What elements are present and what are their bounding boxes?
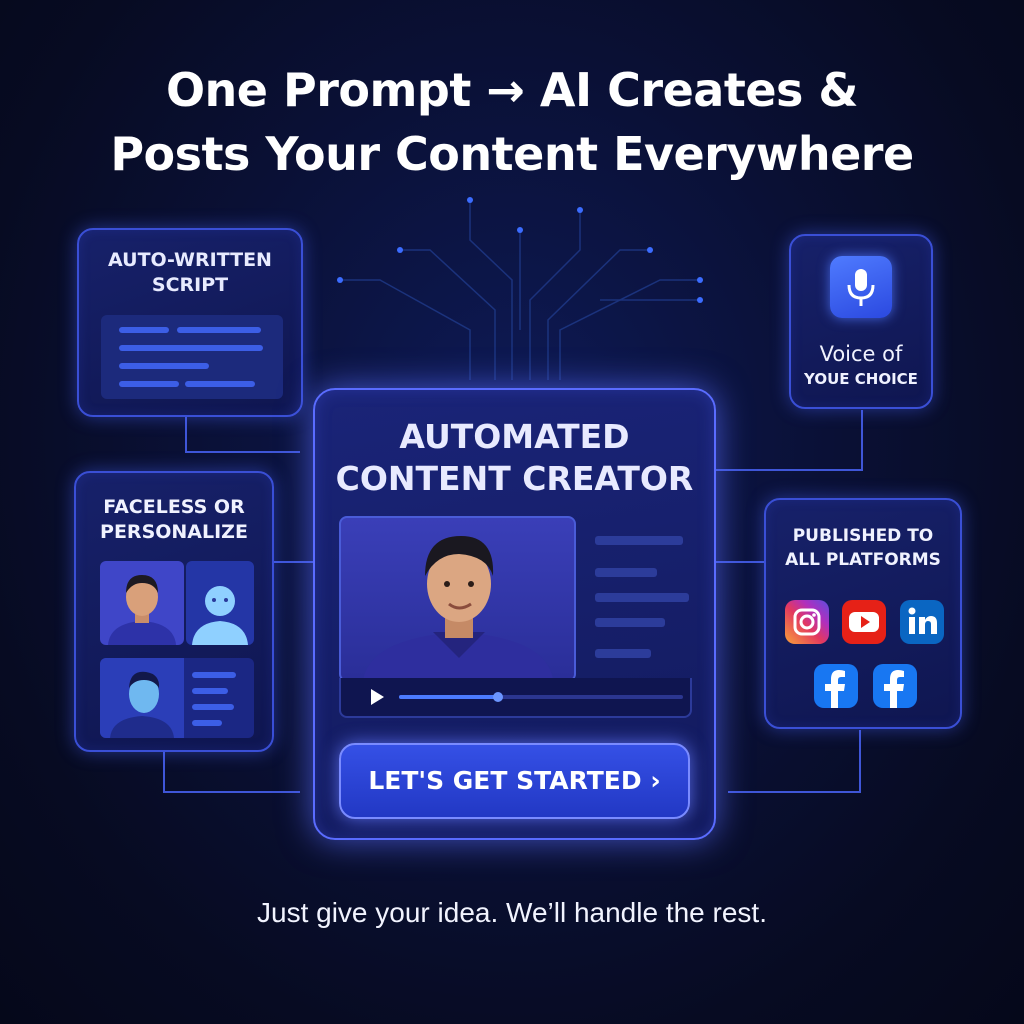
- play-icon[interactable]: [367, 687, 387, 707]
- facebook-icon[interactable]: [873, 664, 917, 708]
- faceless-card-title: FACELESS OR PERSONALIZE: [100, 496, 248, 543]
- ai-avatar-icon: [100, 658, 184, 738]
- script-card: AUTO-WRITTEN SCRIPT: [77, 228, 303, 417]
- faceless-card: FACELESS OR PERSONALIZE: [74, 471, 274, 752]
- video-preview[interactable]: [339, 516, 576, 682]
- get-started-button[interactable]: LET'S GET STARTED ›: [339, 743, 690, 819]
- video-controls: [339, 678, 692, 718]
- video-progress-knob[interactable]: [493, 692, 504, 702]
- ai-avatar-line: [192, 672, 236, 678]
- facebook-icon[interactable]: [814, 664, 858, 708]
- microphone-icon: [830, 256, 892, 318]
- avatar-option-ai[interactable]: [100, 658, 254, 738]
- ai-avatar-line: [192, 704, 234, 710]
- ai-avatar-line: [192, 720, 222, 726]
- video-progress-fill: [399, 695, 499, 699]
- script-line: [119, 363, 209, 369]
- youtube-icon[interactable]: [842, 600, 886, 644]
- tagline: Just give your idea. We’ll handle the re…: [257, 897, 767, 928]
- ai-avatar-line: [192, 688, 228, 694]
- script-line: [119, 327, 169, 333]
- person-avatar-icon: [108, 575, 176, 645]
- video-progress-track[interactable]: [399, 692, 683, 702]
- content-creator-title: AUTOMATED CONTENT CREATOR: [335, 417, 694, 498]
- script-preview: [101, 315, 283, 399]
- headline: One Prompt → AI Creates & Posts Your Con…: [0, 58, 1024, 186]
- avatar-option-real[interactable]: [100, 561, 184, 645]
- linkedin-icon[interactable]: [900, 600, 944, 644]
- content-creator-card: AUTOMATED CONTENT CREATOR LET'S GET STAR…: [313, 388, 716, 840]
- presenter-avatar-icon: [363, 536, 553, 680]
- voice-card-title: Voice of YOUE CHOICE: [804, 342, 918, 388]
- instagram-icon[interactable]: [785, 600, 829, 644]
- script-line: [119, 345, 263, 351]
- faceless-avatar-icon: [192, 586, 248, 645]
- script-line: [177, 327, 261, 333]
- avatar-option-faceless[interactable]: [186, 561, 254, 645]
- script-line: [185, 381, 255, 387]
- headline-line-2: Posts Your Content Everywhere: [110, 127, 914, 181]
- voice-card: Voice of YOUE CHOICE: [789, 234, 933, 409]
- script-line: [119, 381, 179, 387]
- script-card-title: AUTO-WRITTEN SCRIPT: [108, 249, 272, 296]
- platforms-card: PUBLISHED TO ALL PLATFORMS: [764, 498, 962, 729]
- headline-line-1: One Prompt → AI Creates &: [165, 63, 859, 117]
- platforms-card-title: PUBLISHED TO ALL PLATFORMS: [785, 526, 941, 570]
